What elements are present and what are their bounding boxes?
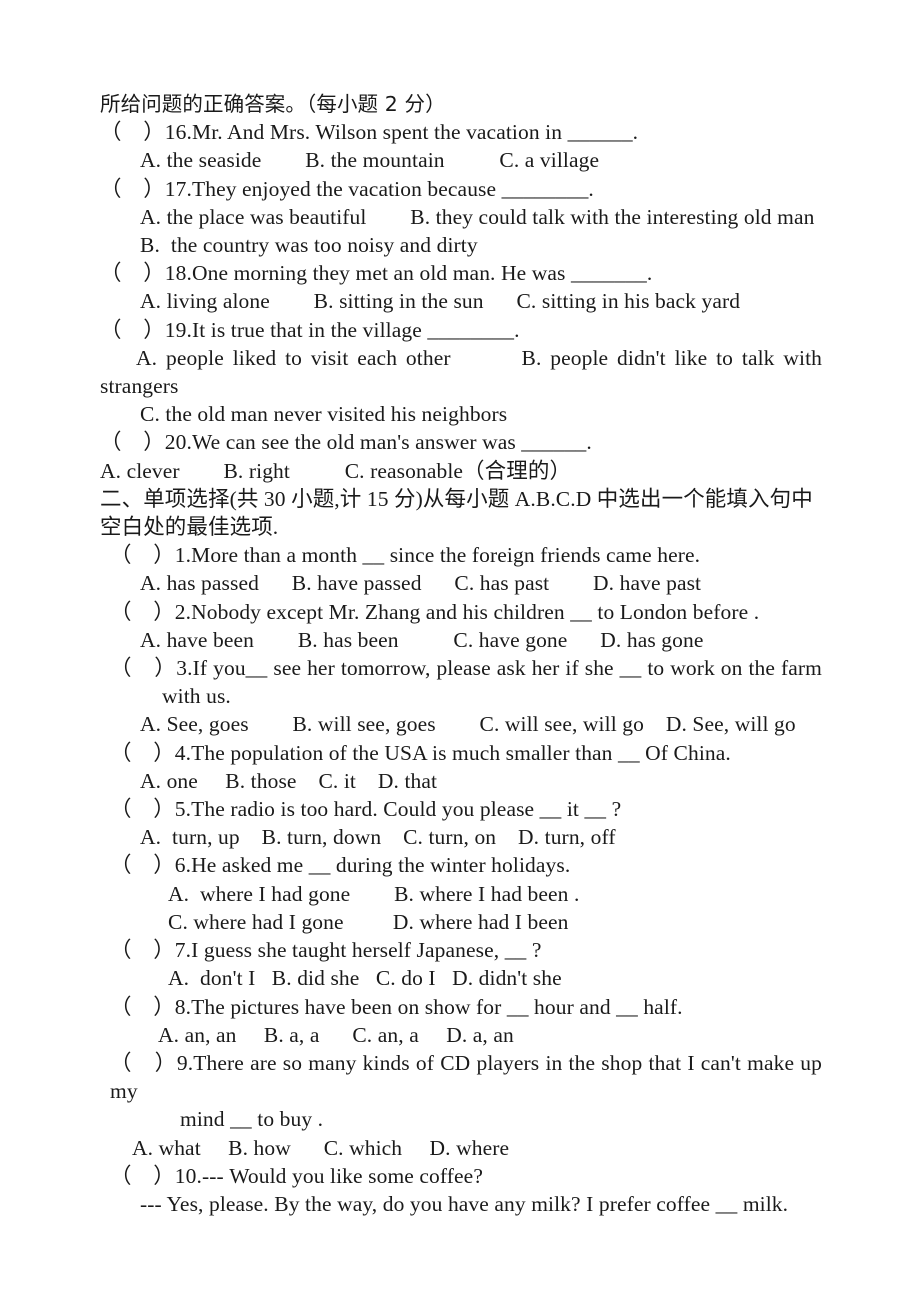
document-body: 所给问题的正确答案。（每小题 2 分） （ ）16.Mr. And Mrs. W… — [100, 90, 822, 1218]
choice-question-8-text: The pictures have been on show for __ ho… — [191, 994, 683, 1019]
question-17-options-line2: B. the country was too noisy and dirty — [140, 233, 478, 258]
choice-question-6-options-line1: A. where I had gone B. where I had been … — [168, 881, 580, 906]
choice-question-9-stem-wrap: mind __ to buy . — [180, 1107, 324, 1132]
question-20-options: A. clever B. right C. reasonable（合理的） — [100, 458, 572, 483]
question-16-marker: （ ）16. — [100, 120, 192, 145]
question-20-marker: （ ）20. — [100, 430, 192, 455]
choice-question-4-text: The population of the USA is much smalle… — [191, 740, 731, 765]
choice-question-10-reply: --- Yes, please. By the way, do you have… — [140, 1191, 789, 1216]
choice-question-5-stem: （ ）5.The radio is too hard. Could you pl… — [100, 795, 822, 823]
choice-question-3-text: If you__ see her tomorrow, please ask he… — [192, 656, 822, 681]
question-16-stem: （ ）16.Mr. And Mrs. Wilson spent the vaca… — [100, 118, 822, 146]
choice-question-9-text: There are so many kinds of CD players in… — [110, 1050, 828, 1104]
question-20-stem: （ ）20.We can see the old man's answer wa… — [100, 428, 822, 456]
choice-question-6-stem: （ ）6.He asked me __ during the winter ho… — [100, 851, 822, 879]
choice-question-2-stem: （ ）2.Nobody except Mr. Zhang and his chi… — [100, 598, 822, 626]
choice-question-7-text: I guess she taught herself Japanese, __ … — [191, 938, 542, 963]
choice-section-heading-line2: 空白处的最佳选项. — [100, 515, 279, 540]
choice-question-8-stem: （ ）8.The pictures have been on show for … — [100, 993, 822, 1021]
choice-question-9-options: A. what B. how C. which D. where — [132, 1135, 510, 1160]
choice-question-3-stem-wrap: with us. — [162, 684, 231, 709]
choice-question-10-text: --- Would you like some coffee? — [201, 1163, 483, 1188]
choice-question-5-options: A. turn, up B. turn, down C. turn, on D.… — [140, 825, 616, 850]
question-16-options: A. the seaside B. the mountain C. a vill… — [140, 148, 600, 173]
choice-question-8-options: A. an, an B. a, a C. an, a D. a, an — [158, 1022, 514, 1047]
choice-question-6-marker: （ ）6. — [110, 853, 192, 878]
choice-question-7-options: A. don't I B. did she C. do I D. didn't … — [168, 966, 562, 991]
question-17-text: They enjoyed the vacation because ______… — [191, 176, 594, 201]
question-20-text: We can see the old man's answer was ____… — [191, 430, 592, 455]
question-18-stem: （ ）18.One morning they met an old man. H… — [100, 259, 822, 287]
choice-question-1-options: A. has passed B. have passed C. has past… — [140, 571, 702, 596]
choice-question-1-text: More than a month __ since the foreign f… — [191, 543, 701, 568]
question-18-marker: （ ）18. — [100, 261, 192, 286]
choice-question-6-text: He asked me __ during the winter holiday… — [191, 853, 571, 878]
choice-question-5-marker: （ ）5. — [110, 797, 192, 822]
choice-question-4-options: A. one B. those C. it D. that — [140, 768, 438, 793]
choice-question-10-stem: （ ）10.--- Would you like some coffee? — [100, 1162, 822, 1190]
question-18-text: One morning they met an old man. He was … — [191, 261, 653, 286]
choice-question-8-marker: （ ）8. — [110, 994, 192, 1019]
question-17-options-line1: A. the place was beautiful B. they could… — [140, 204, 815, 229]
choice-question-2-marker: （ ）2. — [110, 599, 192, 624]
question-19-stem: （ ）19.It is true that in the village ___… — [100, 316, 822, 344]
choice-question-4-stem: （ ）4.The population of the USA is much s… — [100, 739, 822, 767]
choice-question-3-stem: （ ）3.If you__ see her tomorrow, please a… — [100, 654, 822, 682]
question-19-options-line2: C. the old man never visited his neighbo… — [140, 402, 508, 427]
choice-question-2-text: Nobody except Mr. Zhang and his children… — [191, 599, 760, 624]
question-19-options-line1: A. people liked to visit each other B. p… — [136, 345, 822, 370]
question-17-marker: （ ）17. — [100, 176, 192, 201]
choice-question-1-marker: （ ）1. — [110, 543, 192, 568]
question-17-stem: （ ）17.They enjoyed the vacation because … — [100, 175, 822, 203]
reading-instruction-tail: 所给问题的正确答案。（每小题 2 分） — [100, 92, 446, 116]
question-19-marker: （ ）19. — [100, 317, 192, 342]
choice-question-4-marker: （ ）4. — [110, 740, 192, 765]
question-16-text: Mr. And Mrs. Wilson spent the vacation i… — [191, 120, 639, 145]
choice-question-7-marker: （ ）7. — [110, 938, 192, 963]
choice-question-3-options: A. See, goes B. will see, goes C. will s… — [140, 712, 796, 737]
choice-section-heading-line1: 二、单项选择(共 30 小题,计 15 分)从每小题 A.B.C.D 中选出一个… — [100, 486, 813, 511]
choice-question-1-stem: （ ）1.More than a month __ since the fore… — [100, 541, 822, 569]
choice-question-9-stem: （ ）9.There are so many kinds of CD playe… — [100, 1049, 822, 1105]
choice-question-7-stem: （ ）7.I guess she taught herself Japanese… — [100, 936, 822, 964]
choice-question-9-marker: （ ）9. — [110, 1050, 194, 1075]
question-19-options-wrap: strangers — [100, 374, 179, 399]
question-18-options: A. living alone B. sitting in the sun C.… — [140, 289, 741, 314]
choice-question-2-options: A. have been B. has been C. have gone D.… — [140, 627, 704, 652]
exam-page: 所给问题的正确答案。（每小题 2 分） （ ）16.Mr. And Mrs. W… — [0, 0, 920, 1300]
choice-question-6-options-line2: C. where had I gone D. where had I been — [168, 909, 569, 934]
question-19-text: It is true that in the village ________. — [191, 317, 520, 342]
choice-question-10-marker: （ ）10. — [110, 1163, 202, 1188]
choice-question-3-marker: （ ）3. — [110, 656, 193, 681]
choice-question-5-text: The radio is too hard. Could you please … — [191, 797, 622, 822]
